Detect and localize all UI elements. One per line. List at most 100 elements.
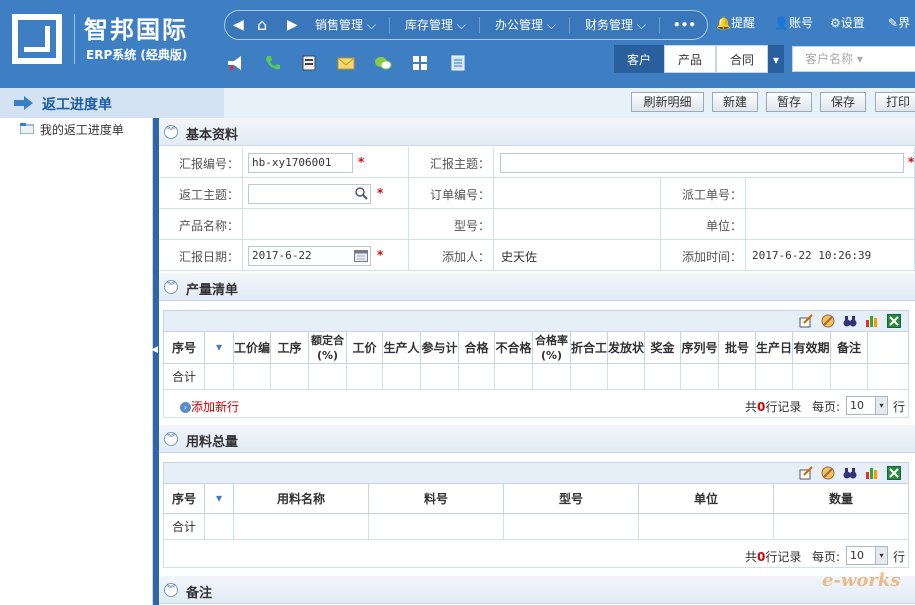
col-header: 有效期 bbox=[793, 332, 831, 364]
table-cell bbox=[793, 364, 831, 390]
section-header-remark[interactable] bbox=[159, 576, 915, 604]
settings-link[interactable]: ⚙设置 bbox=[830, 14, 865, 31]
per-page-select[interactable]: 10 ▾ bbox=[846, 546, 888, 565]
nav-menu-office[interactable]: 办公管理 ⌵ bbox=[495, 11, 556, 39]
collapse-icon[interactable]: ︾ bbox=[164, 280, 178, 294]
col-header: 工价编 bbox=[234, 332, 271, 364]
interface-link[interactable]: ✎界 bbox=[888, 14, 910, 31]
page-title: 返工进度单 bbox=[42, 97, 112, 113]
refresh-detail-button[interactable]: 刷新明细 bbox=[631, 92, 704, 112]
table-cell bbox=[309, 364, 347, 390]
collapse-icon[interactable]: ︾ bbox=[164, 432, 178, 446]
tab-dropdown-button[interactable]: ▾ bbox=[768, 45, 784, 73]
per-page-select[interactable]: 10 ▾ bbox=[846, 396, 888, 415]
collapse-icon[interactable]: ︾ bbox=[164, 583, 178, 597]
nav-separator bbox=[389, 17, 390, 33]
col-header: 批号 bbox=[719, 332, 756, 364]
nav-separator bbox=[479, 17, 480, 33]
nav-back-icon[interactable]: ◀ bbox=[233, 11, 244, 39]
table-cell bbox=[774, 514, 909, 540]
mail-icon[interactable] bbox=[337, 54, 355, 72]
col-header: 不合格 bbox=[495, 332, 533, 364]
report-subject-field[interactable] bbox=[500, 153, 904, 173]
nav-menu-sales[interactable]: 销售管理 ⌵ bbox=[315, 11, 376, 39]
adder-value: 史天佐 bbox=[501, 250, 538, 264]
nav-forward-icon[interactable]: ▶ bbox=[287, 11, 298, 39]
per-page-suffix: 行 bbox=[893, 400, 906, 414]
print-button[interactable]: 打印 bbox=[875, 92, 915, 112]
chevron-down-icon: ⌵ bbox=[636, 18, 646, 32]
grid-icon[interactable] bbox=[411, 54, 429, 72]
collapse-handle-icon[interactable]: ◀ bbox=[151, 345, 158, 355]
reminder-link[interactable]: 🔔提醒 bbox=[716, 14, 755, 31]
table-cell bbox=[234, 514, 369, 540]
bar-chart-icon[interactable] bbox=[865, 466, 879, 480]
tab-product[interactable]: 产品 bbox=[664, 45, 716, 73]
add-time-value: 2017-6-22 10:26:39 bbox=[752, 249, 872, 262]
collapse-icon[interactable]: ︾ bbox=[164, 125, 178, 139]
tree-item-my-rework[interactable]: 我的返工进度单 bbox=[19, 121, 124, 138]
col-header-toggle[interactable]: ▾ bbox=[205, 484, 234, 514]
bar-chart-icon[interactable] bbox=[865, 314, 879, 328]
section-title-remark: 备注 bbox=[186, 586, 213, 601]
nav-more-button[interactable]: ••• bbox=[673, 11, 696, 39]
report-date-label: 汇报日期： bbox=[178, 250, 239, 264]
col-header: 用料名称 bbox=[234, 484, 369, 514]
total-label: 合计 bbox=[163, 514, 205, 540]
excel-icon[interactable] bbox=[887, 466, 901, 480]
notebook-icon[interactable] bbox=[448, 54, 466, 72]
col-header: 序列号 bbox=[681, 332, 719, 364]
col-header: 合格数 bbox=[459, 332, 495, 364]
required-mark: * bbox=[377, 248, 384, 262]
col-header-toggle[interactable]: ▾ bbox=[205, 332, 234, 364]
table-cell bbox=[271, 364, 309, 390]
customer-search-input[interactable]: 客户名称 ▾ bbox=[792, 46, 915, 72]
megaphone-icon[interactable] bbox=[226, 54, 244, 72]
col-header: 工价 bbox=[347, 332, 383, 364]
tab-contract[interactable]: 合同 bbox=[716, 45, 768, 73]
add-time-label: 添加时间： bbox=[681, 250, 742, 264]
edit-icon[interactable] bbox=[799, 466, 813, 480]
eraser-icon[interactable] bbox=[821, 314, 835, 328]
col-header: 发放状 bbox=[608, 332, 645, 364]
calendar-icon[interactable] bbox=[354, 249, 368, 265]
excel-icon[interactable] bbox=[887, 314, 901, 328]
section-header-output[interactable] bbox=[159, 273, 915, 301]
binoculars-icon[interactable] bbox=[843, 314, 857, 328]
tab-customer[interactable]: 客户 bbox=[614, 45, 664, 73]
report-date-field[interactable]: 2017-6-22 bbox=[248, 246, 371, 266]
caret-down-icon: ▾ bbox=[856, 52, 863, 66]
report-no-field[interactable]: hb-xy1706001 bbox=[248, 153, 353, 173]
record-suffix: 行记录 bbox=[765, 400, 802, 414]
phone-icon[interactable] bbox=[263, 54, 281, 72]
save-button[interactable]: 保存 bbox=[820, 92, 866, 112]
add-row-link[interactable]: › 添加新行 bbox=[180, 398, 239, 415]
table-cell bbox=[459, 364, 495, 390]
add-circle-icon: › bbox=[180, 402, 191, 413]
table-cell bbox=[234, 364, 271, 390]
model-label: 型号： bbox=[453, 219, 490, 233]
col-header: 折合工 bbox=[571, 332, 608, 364]
rework-subject-field[interactable] bbox=[248, 184, 371, 204]
section-header-basic[interactable] bbox=[159, 118, 915, 146]
nav-menu-finance[interactable]: 财务管理 ⌵ bbox=[585, 11, 646, 39]
document-icon[interactable] bbox=[300, 54, 318, 72]
section-header-material[interactable] bbox=[159, 425, 915, 453]
binoculars-icon[interactable] bbox=[843, 466, 857, 480]
edit-icon[interactable] bbox=[799, 314, 813, 328]
user-icon: 👤 bbox=[774, 16, 789, 30]
grid-toolbar bbox=[163, 310, 909, 332]
new-button[interactable]: 新建 bbox=[712, 92, 758, 112]
eraser-icon[interactable] bbox=[821, 466, 835, 480]
draft-button[interactable]: 暂存 bbox=[766, 92, 812, 112]
search-icon[interactable] bbox=[355, 187, 368, 203]
form-cell bbox=[494, 178, 661, 209]
account-link[interactable]: 👤账号 bbox=[774, 14, 813, 31]
home-icon[interactable]: ⌂ bbox=[257, 11, 267, 39]
chat-icon[interactable] bbox=[374, 54, 392, 72]
per-page-label: 每页: bbox=[812, 400, 841, 414]
nav-menu-inventory[interactable]: 库存管理 ⌵ bbox=[405, 11, 466, 39]
grid-toolbar bbox=[163, 462, 909, 484]
caret-down-icon: ▾ bbox=[875, 547, 887, 564]
table-cell bbox=[205, 364, 234, 390]
